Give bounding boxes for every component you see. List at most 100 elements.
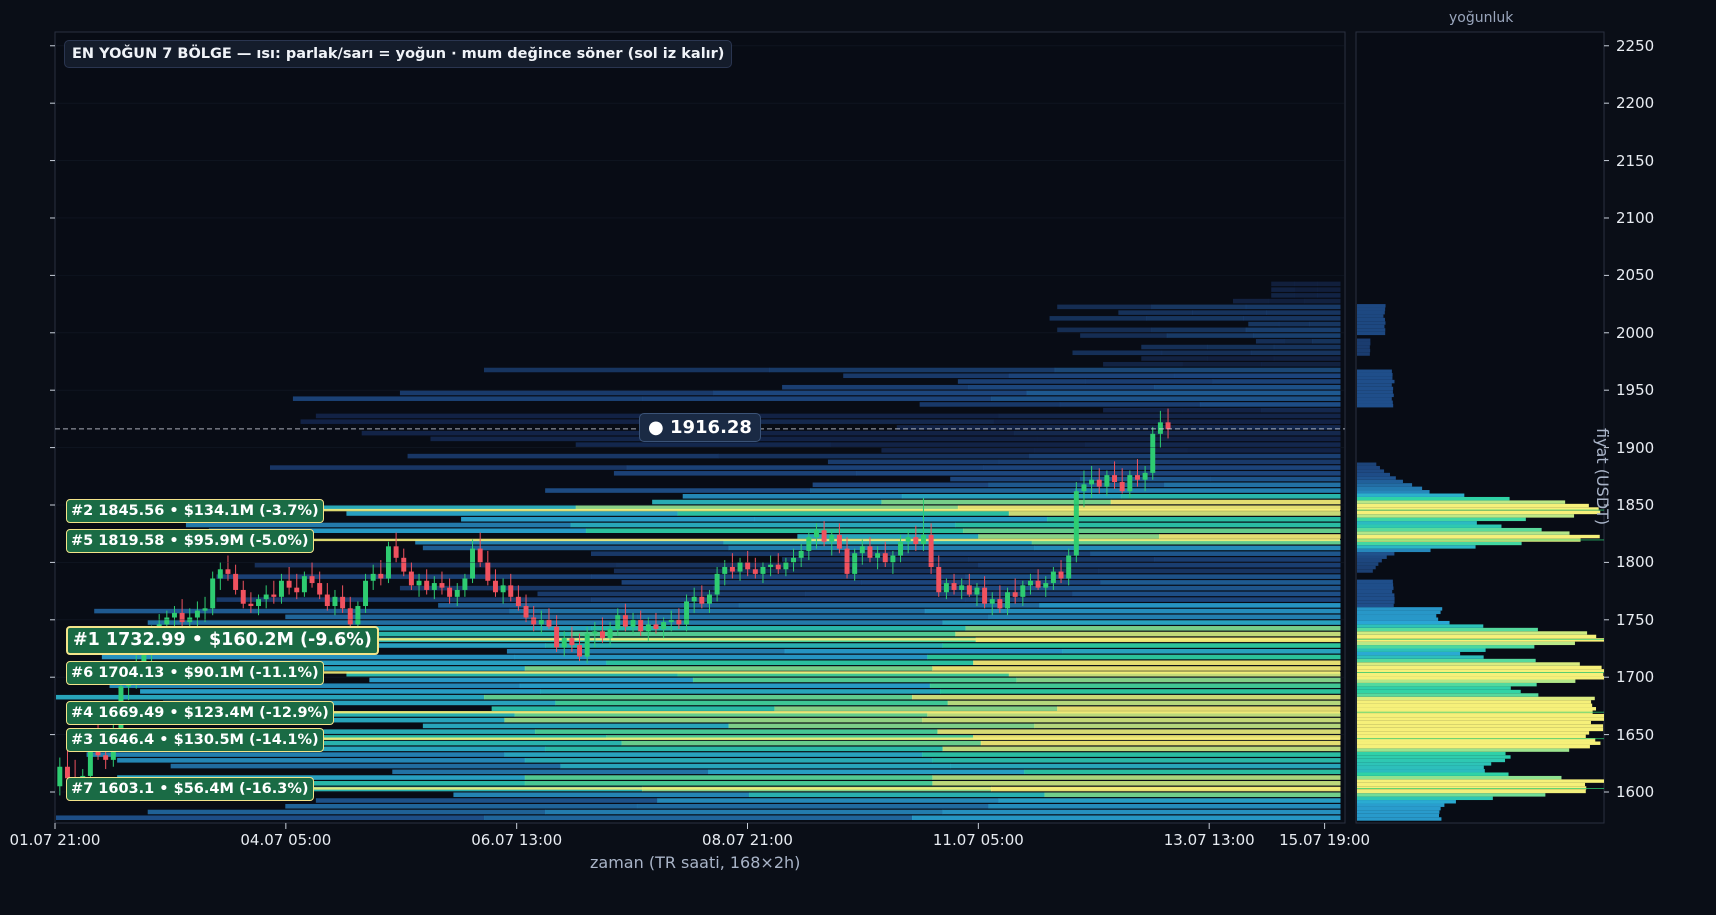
heat-row (1059, 402, 1201, 407)
profile-bar (1357, 372, 1393, 377)
candle-body (447, 587, 453, 597)
heat-row (1097, 568, 1341, 574)
profile-bar (1357, 462, 1377, 466)
profile-bar (1357, 682, 1537, 687)
heat-row (1199, 402, 1341, 407)
profile-bar (1357, 620, 1450, 625)
heat-row (947, 700, 1341, 706)
candle-body (363, 580, 369, 607)
heat-row (1317, 281, 1341, 287)
heat-row (1245, 304, 1341, 310)
y-tick-label: 1600 (1616, 783, 1655, 801)
heat-row (942, 620, 1341, 625)
profile-bar (1357, 317, 1385, 322)
heat-row (940, 689, 1341, 694)
heat-row (978, 534, 1160, 539)
heat-row (537, 591, 806, 597)
heat-row (1261, 407, 1341, 413)
profile-bar (1357, 672, 1604, 677)
heat-row (641, 396, 992, 401)
candle-body (745, 562, 751, 570)
profile-bar (1357, 758, 1506, 763)
x-tick-label: 08.07 21:00 (702, 831, 793, 849)
heat-row (1080, 333, 1168, 338)
heat-row (1047, 516, 1341, 522)
heat-row (606, 660, 974, 666)
candle-body (531, 617, 537, 625)
candle-body (202, 608, 208, 611)
heat-row (1266, 310, 1341, 315)
profile-bar (1357, 517, 1526, 522)
profile-bar (1357, 603, 1394, 608)
heat-row (509, 608, 926, 614)
y-tick-label: 2200 (1616, 94, 1655, 113)
candle-body (607, 628, 613, 639)
heat-row (1245, 327, 1341, 333)
profile-bar (1357, 558, 1382, 563)
candle-body (401, 557, 407, 572)
heat-row (1151, 304, 1247, 310)
profile-bar (1357, 689, 1521, 694)
heat-row (1118, 310, 1193, 315)
heat-row (932, 666, 1341, 671)
heat-row (1075, 488, 1341, 493)
profile-bar (1357, 465, 1380, 470)
profile-bar (1357, 552, 1395, 556)
heat-row (1250, 350, 1341, 356)
profile-bar (1357, 307, 1386, 311)
profile-bar (1357, 782, 1586, 787)
candle-body (1027, 580, 1033, 586)
profile-bar (1357, 490, 1430, 494)
candle-body (905, 537, 911, 542)
heat-row (545, 809, 944, 815)
candle-body (57, 766, 63, 787)
profile-bar (1357, 541, 1522, 546)
heat-row (626, 465, 984, 470)
heat-row (932, 758, 1341, 763)
profile-bar (1357, 341, 1371, 346)
candle-body (645, 624, 651, 632)
candle-body (752, 569, 758, 574)
candle-body (691, 596, 697, 602)
candle-body (462, 578, 468, 590)
candle-body (966, 585, 972, 595)
candle-body (989, 599, 995, 604)
heat-row (560, 763, 951, 769)
candle-body (546, 619, 552, 627)
candle-body (378, 573, 384, 579)
candle-body (1020, 585, 1026, 597)
profile-bar (1357, 700, 1592, 704)
y-tick-label: 1950 (1616, 381, 1655, 400)
heat-row (1085, 442, 1341, 447)
candle-body (630, 619, 636, 627)
heat-row (315, 798, 658, 803)
heat-row (484, 694, 913, 700)
heat-row (94, 608, 510, 614)
heat-row (170, 763, 561, 769)
heat-row (504, 717, 923, 723)
heat-row (270, 465, 628, 470)
heat-row (1294, 281, 1318, 287)
heat-row (1049, 316, 1147, 321)
candle-body (240, 589, 246, 604)
heat-row (1304, 298, 1341, 304)
heat-row (613, 471, 857, 476)
heat-row (738, 603, 1040, 608)
heat-row (315, 413, 658, 419)
candle-body (1081, 484, 1087, 492)
heat-row (1151, 327, 1247, 333)
heat-row (919, 402, 1061, 407)
heat-row (942, 809, 1341, 815)
heat-row (1283, 339, 1313, 344)
profile-bar (1357, 651, 1461, 656)
heat-row (1261, 361, 1341, 367)
candle-body (1035, 580, 1041, 588)
profile-bar (1357, 600, 1395, 604)
profile-bar (1357, 472, 1390, 477)
candle-body (538, 619, 544, 625)
profile-bar (1357, 648, 1486, 652)
heat-row (1090, 551, 1341, 556)
candle-body (492, 580, 498, 593)
heat-row (1029, 453, 1341, 459)
profile-bar (1357, 765, 1484, 770)
